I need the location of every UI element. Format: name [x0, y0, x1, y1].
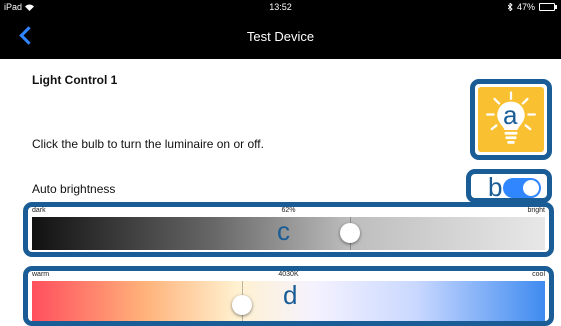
callout-b-label: b [488, 172, 503, 202]
callout-a-label: a [503, 100, 518, 130]
color-temp-value-label: 4030K [278, 271, 299, 278]
status-time: 13:52 [269, 2, 292, 12]
instruction-text: Click the bulb to turn the luminaire on … [32, 137, 264, 151]
auto-brightness-toggle[interactable] [503, 178, 541, 198]
status-bar: iPad 13:52 47% [0, 0, 561, 14]
toggle-knob [523, 180, 539, 196]
bluetooth-icon [507, 3, 513, 11]
color-temp-max-label: cool [532, 271, 545, 278]
toggle-callout-box [466, 169, 552, 203]
callout-c-label: c [277, 216, 290, 246]
battery-percentage: 47% [516, 2, 535, 12]
callout-d-label: d [283, 280, 298, 310]
section-title: Light Control 1 [32, 73, 118, 87]
brightness-value-label: 62% [281, 207, 296, 214]
page-title: Test Device [246, 29, 315, 44]
brightness-max-label: bright [527, 207, 545, 214]
brightness-slider-thumb[interactable] [340, 223, 361, 243]
navigation-bar: Test Device [0, 14, 561, 59]
battery-icon [539, 3, 557, 11]
auto-brightness-label: Auto brightness [32, 182, 116, 196]
color-temp-slider-thumb[interactable] [232, 295, 253, 315]
